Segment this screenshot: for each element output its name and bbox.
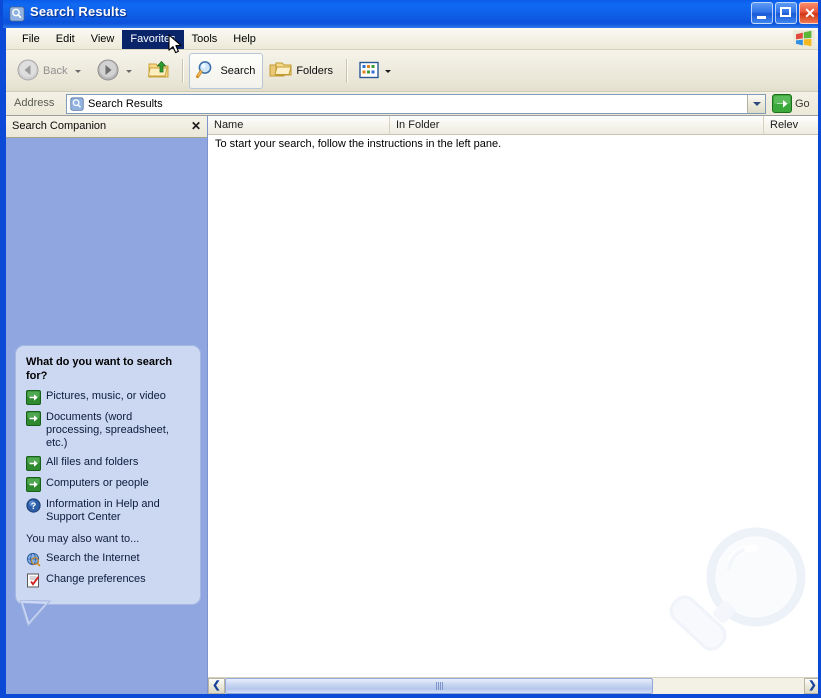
search-option-label: Computers or people <box>46 477 149 490</box>
address-bar: Address Search Results <box>6 92 821 116</box>
close-button[interactable]: ✕ <box>799 2 821 24</box>
search-companion-title: Search Companion <box>12 120 106 132</box>
also-want-note: You may also want to... <box>26 533 190 545</box>
scrollbar-track[interactable] <box>225 678 804 694</box>
back-button[interactable]: Back <box>10 53 90 89</box>
forward-dropdown-icon[interactable] <box>126 70 132 73</box>
toolbar-buttons: Back <box>10 53 400 89</box>
up-one-level-button[interactable] <box>141 53 177 89</box>
green-arrow-icon <box>26 411 41 426</box>
search-option-label: Documents (word processing, spreadsheet,… <box>46 411 190 450</box>
search-option-internet[interactable]: Search the Internet <box>26 552 190 567</box>
search-results-window: Search Results ✕ File Edit View Favorite… <box>0 0 821 698</box>
balloon-tail <box>20 600 56 630</box>
window-body: Search Companion ✕ What do you want to s… <box>6 116 821 694</box>
forward-button[interactable] <box>90 53 141 89</box>
title-bar: Search Results ✕ <box>3 0 821 28</box>
magnifier-watermark-icon <box>661 522 821 672</box>
address-dropdown-button[interactable] <box>747 95 765 113</box>
minimize-icon <box>757 16 766 19</box>
search-option-label: All files and folders <box>46 456 138 469</box>
companion-balloon: What do you want to search for? Pictures… <box>15 345 201 605</box>
folders-label: Folders <box>296 65 335 77</box>
svg-text:?: ? <box>31 501 37 511</box>
column-headers: Name In Folder Relev <box>208 116 821 135</box>
search-option-all-files[interactable]: All files and folders <box>26 456 190 471</box>
search-option-documents[interactable]: Documents (word processing, spreadsheet,… <box>26 411 190 450</box>
preferences-icon <box>26 573 41 588</box>
chevron-right-icon: ❯ <box>808 681 816 691</box>
views-button[interactable] <box>353 53 400 89</box>
search-button[interactable]: Search <box>189 53 263 89</box>
chevron-down-icon <box>753 102 761 106</box>
folders-button[interactable]: Folders <box>263 53 341 89</box>
search-option-label: Search the Internet <box>46 552 140 565</box>
maximize-button[interactable] <box>775 2 797 24</box>
menu-item-view[interactable]: View <box>83 30 123 49</box>
search-companion-pane: Search Companion ✕ What do you want to s… <box>6 116 208 694</box>
views-dropdown-icon[interactable] <box>385 70 391 73</box>
window-controls: ✕ <box>751 2 821 24</box>
window-title: Search Results <box>30 4 127 19</box>
search-option-preferences[interactable]: Change preferences <box>26 573 190 588</box>
menu-item-help[interactable]: Help <box>225 30 264 49</box>
close-companion-button[interactable]: ✕ <box>191 119 201 133</box>
search-option-pictures[interactable]: Pictures, music, or video <box>26 390 190 405</box>
menu-bar: File Edit View Favorites Tools Help <box>6 28 821 50</box>
green-arrow-icon <box>26 456 41 471</box>
go-button[interactable]: Go <box>772 94 810 113</box>
horizontal-scroll-thumb[interactable] <box>225 678 653 694</box>
folders-icon <box>269 59 293 84</box>
column-header-relevance[interactable]: Relev <box>764 116 821 134</box>
magnifier-icon <box>195 59 217 84</box>
toolbar-separator-2 <box>346 59 348 83</box>
back-arrow-icon <box>16 58 40 85</box>
menu-item-list: File Edit View Favorites Tools Help <box>14 28 264 50</box>
address-input[interactable]: Search Results <box>66 94 766 114</box>
internet-search-icon <box>26 552 41 567</box>
back-dropdown-icon[interactable] <box>75 70 81 73</box>
up-one-level-icon <box>147 59 171 84</box>
toolbar: Back <box>6 50 821 92</box>
address-value: Search Results <box>88 98 747 110</box>
empty-results-message: To start your search, follow the instruc… <box>215 138 501 150</box>
windows-flag-icon <box>793 30 815 48</box>
green-arrow-icon <box>26 477 41 492</box>
column-header-name[interactable]: Name <box>208 116 390 134</box>
chevron-left-icon: ❮ <box>212 681 220 691</box>
column-header-in-folder[interactable]: In Folder <box>390 116 764 134</box>
go-label: Go <box>795 98 810 110</box>
search-companion-header: Search Companion ✕ <box>6 116 208 138</box>
green-arrow-icon <box>26 390 41 405</box>
companion-question: What do you want to search for? <box>26 355 190 383</box>
search-results-icon <box>70 97 84 111</box>
horizontal-scrollbar[interactable]: ❮ ❯ <box>208 677 821 694</box>
address-label: Address <box>14 97 54 109</box>
minimize-button[interactable] <box>751 2 773 24</box>
go-arrow-icon <box>772 94 792 113</box>
scroll-thumb-grip <box>436 682 443 690</box>
maximize-icon <box>780 7 791 17</box>
search-option-label: Change preferences <box>46 573 146 586</box>
search-option-label: Information in Help and Support Center <box>46 498 190 524</box>
help-question-icon: ? <box>26 498 41 513</box>
menu-item-file[interactable]: File <box>14 30 48 49</box>
views-icon <box>359 61 379 82</box>
scroll-right-button[interactable]: ❯ <box>804 678 821 694</box>
search-label: Search <box>220 65 257 77</box>
scroll-left-button[interactable]: ❮ <box>208 678 225 694</box>
search-option-help-support[interactable]: ? Information in Help and Support Center <box>26 498 190 524</box>
toolbar-separator <box>182 59 184 83</box>
search-option-label: Pictures, music, or video <box>46 390 166 403</box>
results-pane: Name In Folder Relev To start your searc… <box>208 116 821 694</box>
close-icon: ✕ <box>800 3 820 23</box>
menu-item-tools[interactable]: Tools <box>184 30 226 49</box>
search-results-icon <box>9 6 25 22</box>
menu-item-edit[interactable]: Edit <box>48 30 83 49</box>
back-label: Back <box>43 65 69 77</box>
search-option-computers-people[interactable]: Computers or people <box>26 477 190 492</box>
forward-arrow-icon <box>96 58 120 85</box>
menu-item-favorites[interactable]: Favorites <box>122 30 183 49</box>
